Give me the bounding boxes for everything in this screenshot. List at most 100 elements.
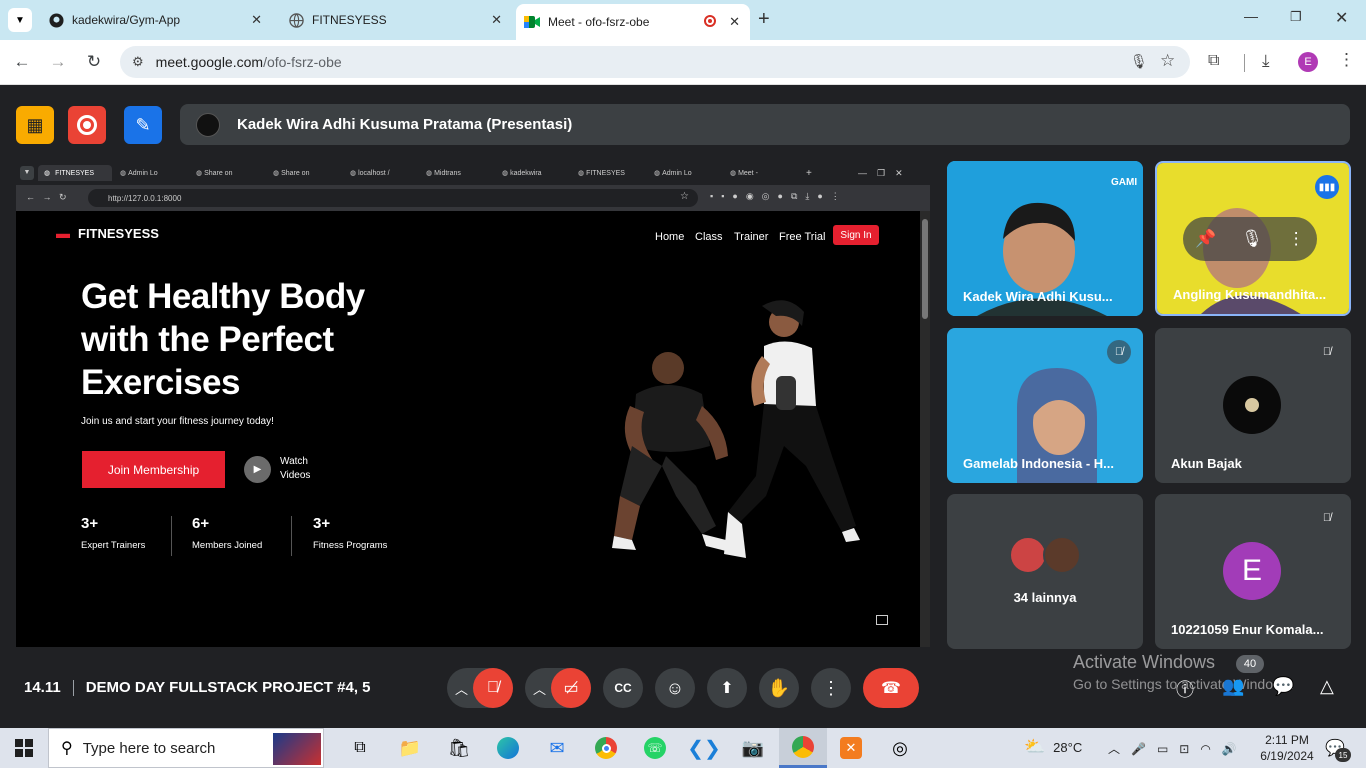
minimize-button[interactable]: —: [1244, 8, 1258, 24]
avatar: E: [1223, 542, 1281, 600]
microphone-icon[interactable]: 🎙: [1130, 53, 1148, 70]
chevron-up-icon[interactable]: ︿: [455, 679, 468, 698]
shared-tab: ◍ Admin Lo: [654, 169, 692, 178]
whatsapp-icon[interactable]: ☏: [642, 736, 668, 760]
stat-number: 6+: [192, 515, 210, 532]
shared-tab: ◍ FITNESYES: [578, 169, 625, 178]
people-icon[interactable]: 👥: [1222, 676, 1244, 697]
site-info-icon[interactable]: ⚙: [132, 54, 144, 70]
tile-hover-controls[interactable]: 📌 🎙 ⋮: [1183, 217, 1317, 261]
stat-divider: [171, 516, 172, 556]
tab-fitnesyess[interactable]: FITNESYESS ✕: [280, 5, 512, 35]
muted-indicator: 🎙̸: [1107, 340, 1131, 364]
xampp-icon[interactable]: ✕: [838, 736, 864, 760]
participant-name: Angling Kusumandhita...: [1173, 287, 1327, 302]
clock[interactable]: 2:11 PM 6/19/2024: [1258, 732, 1316, 764]
windows-start-icon[interactable]: [11, 736, 37, 760]
stat-label: Fitness Programs: [313, 540, 388, 551]
meet-icon: [524, 14, 540, 30]
vscode-icon[interactable]: ❮❯: [687, 736, 721, 760]
close-window-button[interactable]: ✕: [1335, 8, 1348, 28]
emoji-icon: ☺: [665, 677, 685, 698]
participant-tile-speaking[interactable]: 📌 🎙 ⋮ ▮▮▮ Angling Kusumandhita...: [1155, 161, 1351, 316]
participant-name: Akun Bajak: [1171, 456, 1242, 471]
present-button[interactable]: ⬆: [707, 668, 747, 708]
reactions-button[interactable]: ☺: [655, 668, 695, 708]
menu-icon[interactable]: ⋮: [1338, 50, 1355, 70]
present-screen-icon: ⬆: [720, 680, 734, 697]
participant-tile[interactable]: GAMI Kadek Wira Adhi Kusu...: [947, 161, 1143, 316]
chrome-active-icon[interactable]: [779, 728, 827, 768]
captions-button[interactable]: CC: [603, 668, 643, 708]
more-options-button[interactable]: ⋮: [811, 668, 851, 708]
extensions-icon[interactable]: ⧉: [1208, 52, 1219, 70]
omnibox[interactable]: ⚙ meet.google.com/ofo-fsrz-obe 🎙 ☆: [120, 46, 1190, 78]
new-tab-button[interactable]: +: [758, 8, 770, 31]
star-icon: ☆: [680, 191, 689, 202]
tab-title: Meet - ofo-fsrz-obe: [548, 15, 650, 29]
participant-tile[interactable]: 🎙̸ Gamelab Indonesia - H...: [947, 328, 1143, 483]
participant-name: Kadek Wira Adhi Kusu...: [963, 289, 1113, 304]
close-icon[interactable]: ✕: [491, 12, 502, 28]
weather-widget[interactable]: ⛅ 28°C: [1024, 737, 1082, 757]
reload-button[interactable]: ↻: [83, 51, 105, 73]
browser-tab-bar: ▼ kadekwira/Gym-App ✕ FITNESYESS ✕ Meet …: [0, 0, 1366, 40]
mic-off-icon: 🎙̸: [1114, 346, 1124, 358]
chat-widget-icon: [876, 615, 888, 625]
chrome-icon[interactable]: [593, 736, 619, 760]
chevron-up-icon[interactable]: ︿: [533, 679, 546, 698]
camera-off-icon: ▭̸: [563, 680, 579, 697]
participant-tile[interactable]: 🎙̸ Akun Bajak: [1155, 328, 1351, 483]
task-view-icon[interactable]: ⧉: [347, 736, 373, 760]
leave-call-button[interactable]: ☎: [863, 668, 919, 708]
system-tray-icons[interactable]: ︿🎤▭⊡◠🔊: [1108, 740, 1248, 757]
forward-button[interactable]: →: [47, 51, 69, 73]
pin-icon[interactable]: 📌: [1195, 229, 1216, 249]
camera-toggle-button[interactable]: ▭̸: [551, 668, 591, 708]
close-icon[interactable]: ✕: [729, 14, 740, 30]
restore-button[interactable]: ❐: [1290, 9, 1302, 25]
presenter-avatar: [196, 112, 220, 137]
back-button[interactable]: ←: [11, 51, 33, 73]
watch-videos-label: Watch Videos: [280, 456, 311, 481]
file-explorer-icon[interactable]: 📁: [397, 736, 423, 760]
mic-off-icon: 🎙̸: [1322, 512, 1332, 524]
shared-tab: ◍ kadekwira: [502, 169, 542, 178]
tab-meet[interactable]: Meet - ofo-fsrz-obe ✕: [516, 4, 750, 40]
tab-gym-app[interactable]: kadekwira/Gym-App ✕: [40, 5, 272, 35]
shared-tab: ◍ Meet -: [730, 169, 758, 178]
others-tile[interactable]: 34 lainnya: [947, 494, 1143, 649]
url-path: /ofo-fsrz-obe: [263, 54, 342, 70]
tab-search-button[interactable]: ▼: [8, 8, 32, 32]
shared-tab: ◍ Midtrans: [426, 169, 461, 178]
window-controls: — ❐ ✕: [858, 167, 903, 178]
mic-toggle-button[interactable]: 🎙̸: [473, 668, 513, 708]
fitness-website: ▬ FITNESYESS Home Class Trainer Free Tri…: [16, 211, 920, 647]
download-icon[interactable]: ⤓: [1262, 51, 1270, 71]
store-icon[interactable]: 🛍: [446, 736, 472, 760]
mute-icon[interactable]: 🎙: [1241, 229, 1263, 249]
more-options-icon[interactable]: ⋮: [1288, 229, 1305, 249]
profile-avatar[interactable]: E: [1298, 52, 1318, 72]
dumbbell-icon: ▬: [56, 225, 70, 241]
participant-tile[interactable]: E 🎙̸ 10221059 Enur Komala...: [1155, 494, 1351, 649]
camera-app-icon[interactable]: 📷: [740, 736, 766, 760]
star-icon[interactable]: ☆: [1160, 51, 1175, 71]
pen-icon: ✎: [135, 114, 151, 135]
record-button[interactable]: [68, 106, 106, 144]
activities-icon[interactable]: △: [1320, 676, 1334, 697]
obs-icon[interactable]: ◎: [887, 736, 913, 760]
activities-button[interactable]: ▦: [16, 106, 54, 144]
chat-icon[interactable]: 💬: [1272, 676, 1294, 697]
close-icon[interactable]: ✕: [251, 12, 262, 28]
tab-title: FITNESYESS: [312, 13, 387, 27]
taskbar-search[interactable]: ⚲ Type here to search: [48, 728, 324, 768]
edge-icon[interactable]: [495, 736, 521, 760]
stat-number: 3+: [81, 515, 99, 532]
raise-hand-button[interactable]: ✋: [759, 668, 799, 708]
chevron-down-icon: ▼: [15, 14, 25, 26]
scrollbar: [920, 211, 930, 647]
meeting-details-icon[interactable]: ⓘ: [1176, 676, 1194, 702]
mail-icon[interactable]: ✉: [544, 736, 570, 760]
whiteboard-button[interactable]: ✎: [124, 106, 162, 144]
